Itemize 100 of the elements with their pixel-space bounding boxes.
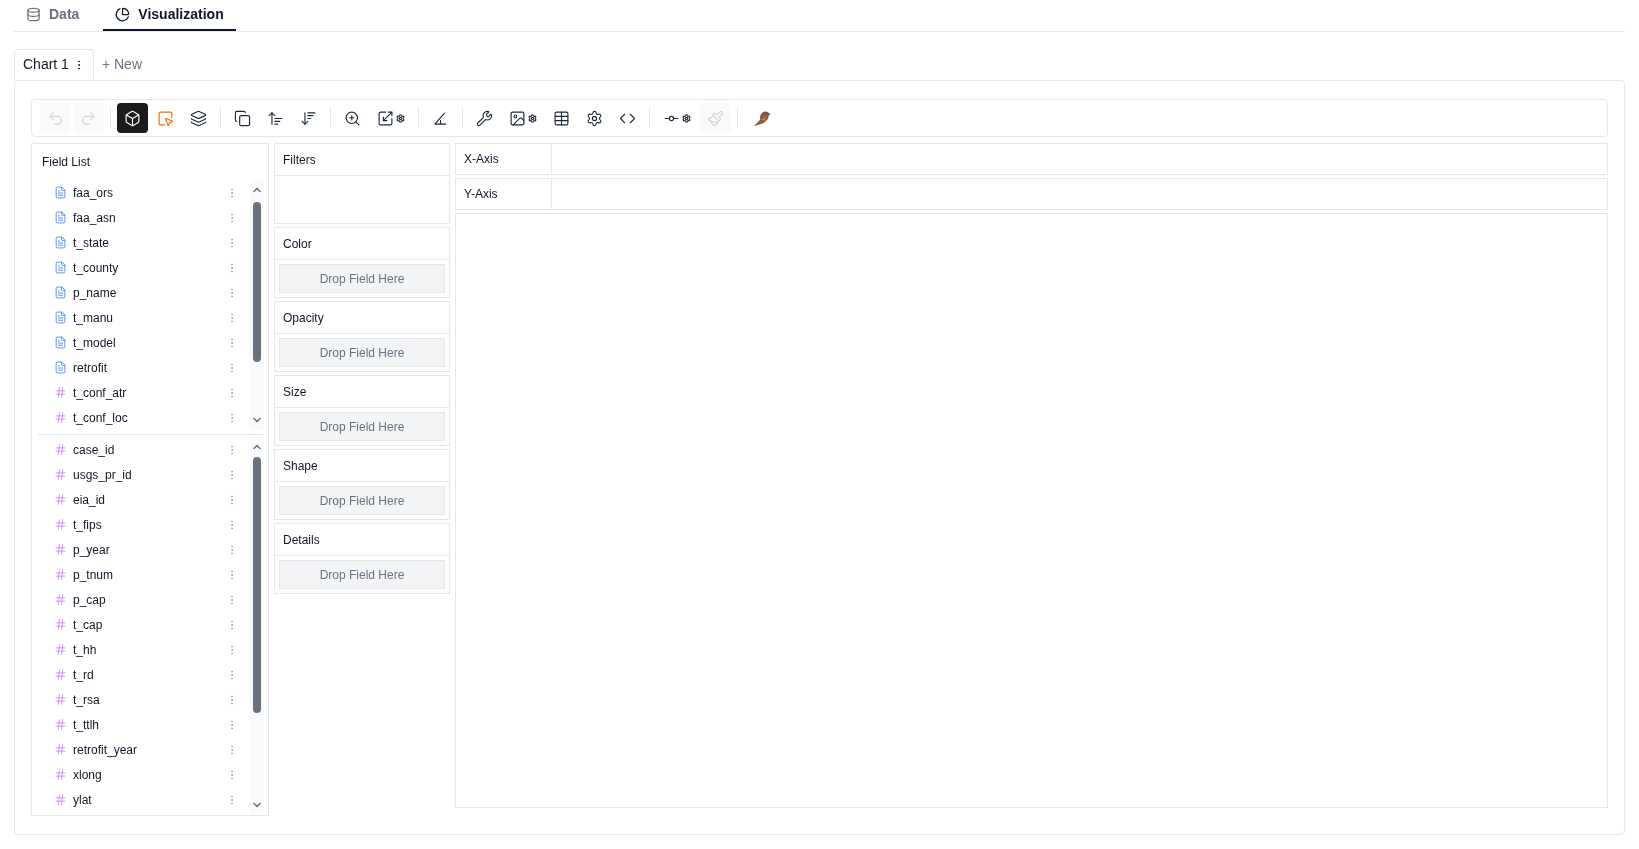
field-name: p_year <box>73 541 111 559</box>
field-name: t_county <box>73 259 120 277</box>
field-item[interactable]: faa_asn <box>38 205 250 230</box>
field-item[interactable]: p_year <box>38 537 250 562</box>
field-item[interactable]: t_manu <box>38 305 250 330</box>
sort-descending-icon <box>300 109 317 127</box>
text-field-icon <box>54 236 67 249</box>
scrollbar[interactable] <box>250 437 264 815</box>
number-field-icon <box>54 643 67 656</box>
panel-title: Color <box>275 228 449 260</box>
field-item[interactable]: ylat <box>38 787 250 812</box>
number-field-icon <box>54 668 67 681</box>
field-item[interactable]: t_conf_atr <box>38 380 250 405</box>
field-name: p_tnum <box>73 566 115 584</box>
number-field-icon <box>54 493 67 506</box>
field-name: usgs_pr_id <box>73 466 133 484</box>
redo-icon <box>80 109 97 127</box>
number-field-icon <box>54 768 67 781</box>
scroll-thumb[interactable] <box>253 457 261 713</box>
axis-label: X-Axis <box>456 144 552 174</box>
resize-icon <box>377 109 394 127</box>
field-name: faa_asn <box>73 209 117 227</box>
top-tab[interactable]: Visualization <box>103 0 236 31</box>
field-item[interactable]: t_fips <box>38 512 250 537</box>
field-name: case_id <box>73 441 116 459</box>
field-item[interactable]: xlong <box>38 762 250 787</box>
field-item[interactable]: t_conf_loc <box>38 405 250 430</box>
field-item[interactable]: usgs_pr_id <box>38 462 250 487</box>
text-field-icon <box>54 286 67 299</box>
panel-title: Details <box>275 524 449 556</box>
number-field-icon <box>54 793 67 806</box>
zoom-in-icon <box>344 109 361 127</box>
number-field-icon <box>54 568 67 581</box>
toolbar-button[interactable] <box>117 103 148 133</box>
text-field-icon <box>54 186 67 199</box>
field-name: eia_id <box>73 491 107 509</box>
gear-icon <box>528 113 537 123</box>
field-name: t_state <box>73 234 111 252</box>
field-item[interactable]: t_state <box>38 230 250 255</box>
field-item[interactable]: t_county <box>38 255 250 280</box>
field-item[interactable]: retrofit_year <box>38 737 250 762</box>
number-field-icon <box>54 618 67 631</box>
field-name: t_fips <box>73 516 103 534</box>
image-icon <box>509 109 526 127</box>
field-item[interactable]: case_id <box>38 437 250 462</box>
field-name: t_rd <box>73 666 95 684</box>
number-field-icon <box>54 386 67 399</box>
field-item[interactable]: retrofit <box>38 355 250 380</box>
panel-title: Shape <box>275 450 449 482</box>
table-icon <box>553 109 570 127</box>
field-name: retrofit_year <box>73 741 139 759</box>
panel-title: Filters <box>275 144 449 176</box>
undo-icon <box>47 109 64 127</box>
drop-zone[interactable]: Drop Field Here <box>279 560 445 589</box>
drop-zone[interactable]: Drop Field Here <box>279 264 445 293</box>
gear-icon <box>396 113 405 123</box>
number-field-icon <box>54 593 67 606</box>
panel-title: Opacity <box>275 302 449 334</box>
field-item[interactable]: t_model <box>38 330 250 355</box>
field-item[interactable]: t_ttlh <box>38 712 250 737</box>
database-icon <box>26 7 41 22</box>
gear-icon <box>682 113 691 123</box>
field-name: ylat <box>73 791 93 809</box>
pie-chart-icon <box>115 7 131 22</box>
text-field-icon <box>54 311 67 324</box>
panel-title: Size <box>275 376 449 408</box>
field-item[interactable]: faa_ors <box>38 180 250 205</box>
scrollbar[interactable] <box>250 180 264 430</box>
field-name: t_conf_loc <box>73 409 129 427</box>
field-item[interactable]: t_rsa <box>38 687 250 712</box>
number-field-icon <box>54 518 67 531</box>
chart-tab[interactable]: Chart 1 <box>14 49 94 80</box>
new-chart-tab[interactable]: + New <box>93 49 150 80</box>
number-field-icon <box>54 718 67 731</box>
drop-zone[interactable]: Drop Field Here <box>279 412 445 441</box>
field-name: t_hh <box>73 641 98 659</box>
number-field-icon <box>54 443 67 456</box>
wrench-icon <box>476 109 493 127</box>
field-name: xlong <box>73 766 103 784</box>
drop-zone[interactable]: Drop Field Here <box>279 486 445 515</box>
drop-zone[interactable]: Drop Field Here <box>279 338 445 367</box>
number-field-icon <box>54 468 67 481</box>
field-item[interactable]: eia_id <box>38 487 250 512</box>
panel-title: Field List <box>41 154 92 171</box>
field-name: t_conf_atr <box>73 384 128 402</box>
top-tab[interactable]: Data <box>14 0 92 31</box>
text-field-icon <box>54 261 67 274</box>
pointer-square-icon <box>157 109 174 127</box>
field-item[interactable]: t_hh <box>38 637 250 662</box>
scroll-thumb[interactable] <box>253 202 261 362</box>
number-field-icon <box>54 543 67 556</box>
field-item[interactable]: p_name <box>38 280 250 305</box>
sort-ascending-icon <box>267 109 284 127</box>
number-field-icon <box>54 411 67 424</box>
field-item[interactable]: t_cap <box>38 612 250 637</box>
field-item[interactable]: t_rd <box>38 662 250 687</box>
field-name: p_name <box>73 284 118 302</box>
field-item[interactable]: p_cap <box>38 587 250 612</box>
field-item[interactable]: p_tnum <box>38 562 250 587</box>
number-field-icon <box>54 743 67 756</box>
